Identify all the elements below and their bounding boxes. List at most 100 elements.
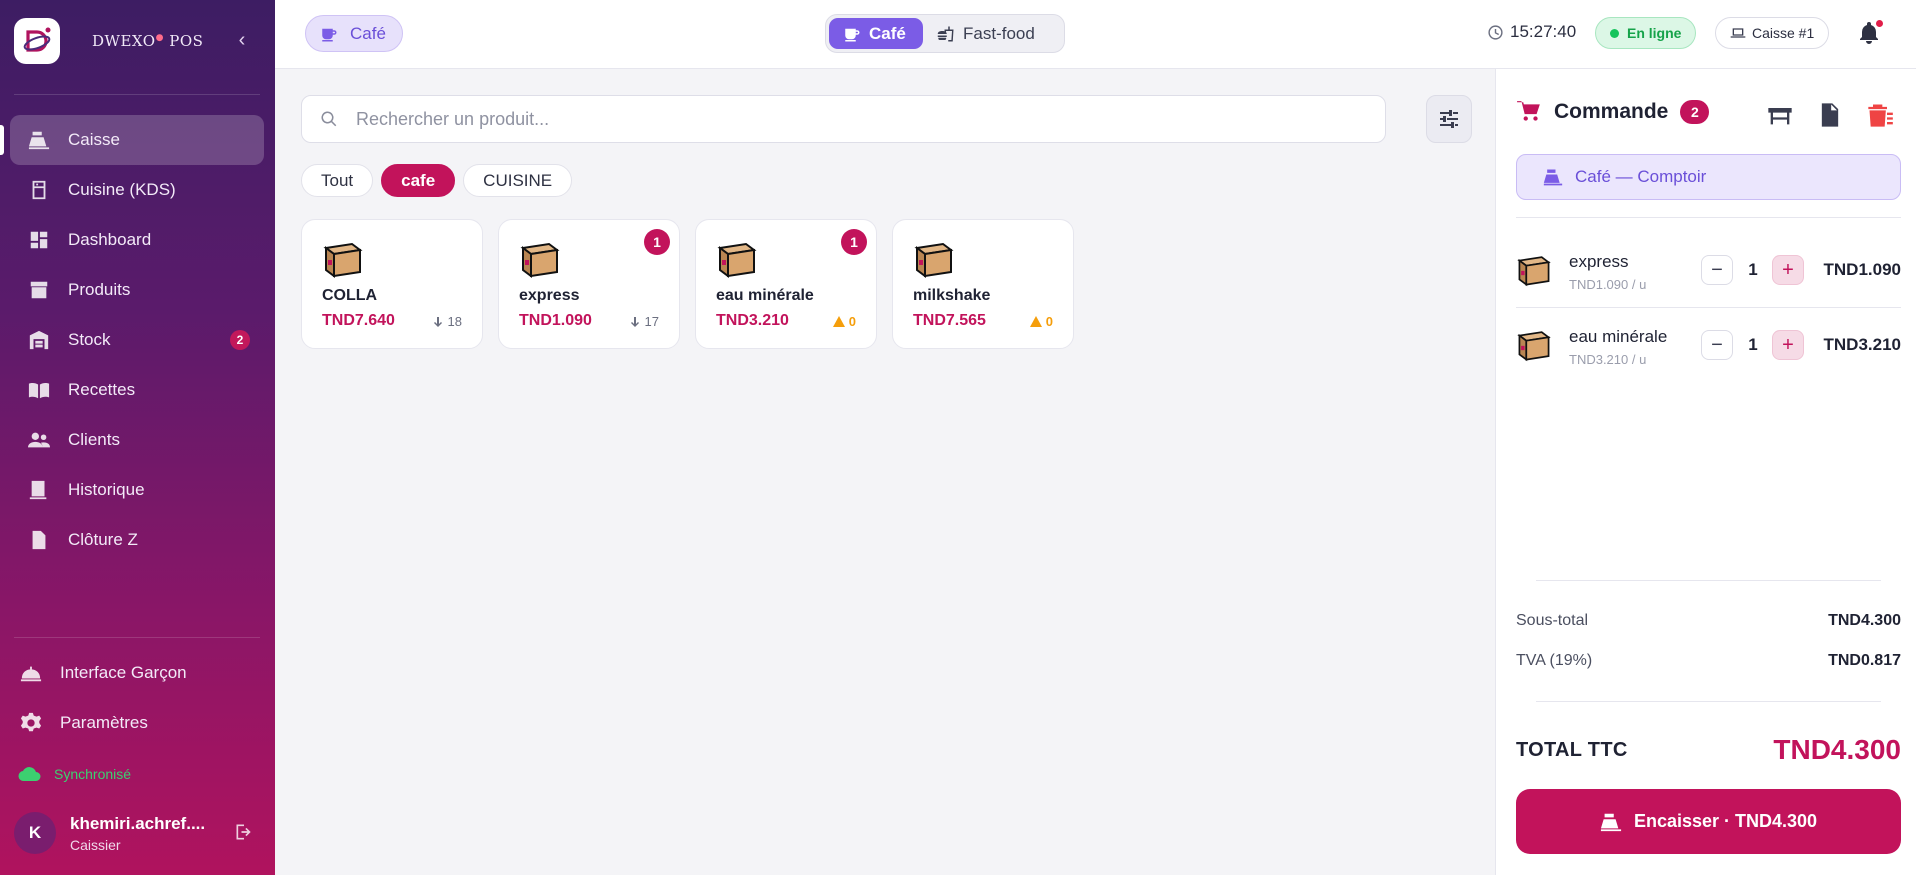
order-line: eau minérale TND3.210 / u − 1 + TND3.210 bbox=[1516, 320, 1901, 370]
product-name: eau minérale bbox=[716, 287, 814, 304]
product-card[interactable]: 1 express TND1.090 17 bbox=[498, 219, 680, 349]
filter-button[interactable] bbox=[1426, 95, 1472, 143]
sidebar-item-label: Dashboard bbox=[68, 230, 152, 249]
register-selector[interactable]: Caisse #1 bbox=[1715, 17, 1830, 49]
order-header: Commande 2 bbox=[1516, 99, 1710, 125]
current-mode-chip[interactable]: Café bbox=[305, 15, 403, 52]
product-grid: COLLA TND7.640 18 1 express TND1.090 17 … bbox=[301, 219, 1089, 349]
in-cart-badge: 1 bbox=[841, 229, 867, 255]
sidebar-item-interface-garcon[interactable]: Interface Garçon bbox=[10, 648, 264, 698]
tax-value: TND0.817 bbox=[1828, 652, 1901, 669]
tax-label: TVA (19%) bbox=[1516, 652, 1593, 669]
file-plus-icon bbox=[1821, 103, 1839, 127]
user-profile[interactable]: K khemiri.achref.... Caissier bbox=[14, 808, 264, 858]
brand-name: DWEXO● POS bbox=[92, 32, 204, 50]
line-total: TND3.210 bbox=[1823, 335, 1901, 354]
product-card[interactable]: milkshake TND7.565 0 bbox=[892, 219, 1074, 349]
order-location-label: Café — Comptoir bbox=[1575, 167, 1707, 186]
arrow-down-icon bbox=[433, 316, 442, 327]
divider bbox=[1516, 217, 1901, 218]
sidebar-item-label: Clients bbox=[68, 430, 120, 449]
clear-order-button[interactable] bbox=[1864, 99, 1896, 131]
total-value: TND4.300 bbox=[1773, 734, 1901, 765]
notifications-bell-icon[interactable] bbox=[1857, 20, 1883, 46]
subtotal-row: Sous-total TND4.300 bbox=[1516, 612, 1901, 630]
sidebar-item-cloture[interactable]: Clôture Z bbox=[10, 515, 264, 565]
order-actions bbox=[1746, 99, 1896, 131]
order-count-badge: 2 bbox=[1680, 100, 1710, 124]
sidebar-bottom-nav: Interface Garçon Paramètres bbox=[10, 648, 264, 748]
increase-qty-button[interactable]: + bbox=[1772, 255, 1804, 285]
search-input[interactable] bbox=[356, 108, 1316, 130]
warehouse-icon bbox=[29, 330, 49, 350]
tab-label: Fast-food bbox=[963, 23, 1035, 43]
sidebar-item-dashboard[interactable]: Dashboard bbox=[10, 215, 264, 265]
sidebar-item-caisse[interactable]: Caisse bbox=[0, 115, 264, 165]
sidebar-item-parametres[interactable]: Paramètres bbox=[10, 698, 264, 748]
collapse-sidebar-chevron-left-icon[interactable]: ‹ bbox=[230, 28, 254, 52]
package-box-icon bbox=[914, 242, 954, 278]
sidebar-nav: Caisse Cuisine (KDS) Dashboard Produits … bbox=[0, 115, 264, 565]
user-name: khemiri.achref.... bbox=[70, 813, 206, 833]
product-price: TND7.565 bbox=[913, 312, 986, 329]
checkout-button[interactable]: Encaisser · TND4.300 bbox=[1516, 789, 1901, 854]
register-icon bbox=[28, 131, 50, 150]
product-card[interactable]: 1 eau minérale TND3.210 0 bbox=[695, 219, 877, 349]
sync-status: Synchronisé bbox=[18, 762, 131, 786]
sidebar-item-produits[interactable]: Produits bbox=[10, 265, 264, 315]
divider bbox=[1516, 307, 1901, 308]
stock-alert-badge: 2 bbox=[230, 330, 250, 350]
subtotal-label: Sous-total bbox=[1516, 612, 1589, 629]
sidebar-item-label: Paramètres bbox=[60, 713, 148, 732]
trash-icon bbox=[1868, 104, 1893, 127]
notification-dot bbox=[1876, 20, 1883, 27]
sidebar-item-label: Cuisine (KDS) bbox=[68, 180, 176, 199]
coffee-cup-icon bbox=[845, 28, 860, 41]
line-total: TND1.090 bbox=[1823, 260, 1901, 279]
new-order-button[interactable] bbox=[1814, 99, 1846, 131]
tax-row: TVA (19%) TND0.817 bbox=[1516, 652, 1901, 670]
sync-label: Synchronisé bbox=[54, 766, 132, 782]
search-bar bbox=[301, 95, 1386, 143]
sidebar-item-label: Produits bbox=[68, 280, 131, 299]
tab-label: Café bbox=[869, 23, 906, 43]
logout-icon[interactable] bbox=[234, 822, 256, 844]
product-stock: 0 bbox=[832, 314, 856, 329]
gear-icon bbox=[20, 712, 42, 732]
table-select-button[interactable] bbox=[1764, 99, 1796, 131]
product-name: express bbox=[519, 287, 580, 304]
product-area: Tout cafe CUISINE COLLA TND7.640 18 1 ex… bbox=[275, 69, 1495, 875]
tab-cafe[interactable]: Café bbox=[829, 18, 923, 49]
online-dot-icon bbox=[1610, 28, 1619, 38]
decrease-qty-button[interactable]: − bbox=[1701, 330, 1733, 360]
category-chip-cafe[interactable]: cafe bbox=[381, 164, 456, 197]
product-card[interactable]: COLLA TND7.640 18 bbox=[301, 219, 483, 349]
mode-switcher: Café Fast-food bbox=[825, 14, 1065, 53]
sidebar-item-recettes[interactable]: Recettes bbox=[10, 365, 264, 415]
decrease-qty-button[interactable]: − bbox=[1701, 255, 1733, 285]
sidebar-item-stock[interactable]: Stock 2 bbox=[10, 315, 264, 365]
category-chip-tout[interactable]: Tout bbox=[301, 164, 374, 197]
fast-food-icon bbox=[937, 26, 954, 41]
category-chip-cuisine[interactable]: CUISINE bbox=[463, 164, 573, 197]
dashboard-icon bbox=[30, 231, 48, 249]
brand-logo-icon[interactable] bbox=[14, 18, 60, 64]
increase-qty-button[interactable]: + bbox=[1772, 330, 1804, 360]
sidebar-item-historique[interactable]: Historique bbox=[10, 465, 264, 515]
sidebar-item-label: Clôture Z bbox=[68, 530, 138, 549]
sidebar-item-label: Historique bbox=[68, 480, 145, 499]
order-location[interactable]: Café — Comptoir bbox=[1516, 154, 1901, 200]
sidebar-divider bbox=[14, 94, 260, 95]
cloud-check-icon bbox=[18, 767, 41, 782]
arrow-down-icon bbox=[630, 316, 639, 327]
sidebar-item-cuisine[interactable]: Cuisine (KDS) bbox=[10, 165, 264, 215]
register-label: Caisse #1 bbox=[1752, 25, 1815, 41]
document-lock-icon bbox=[32, 530, 46, 550]
checkout-label: Encaisser · TND4.300 bbox=[1633, 811, 1818, 831]
package-box-icon bbox=[520, 242, 560, 278]
package-box-icon bbox=[1517, 256, 1551, 287]
sidebar-item-clients[interactable]: Clients bbox=[10, 415, 264, 465]
users-icon bbox=[28, 432, 50, 448]
tab-fast-food[interactable]: Fast-food bbox=[923, 18, 1049, 49]
divider bbox=[1536, 701, 1881, 702]
